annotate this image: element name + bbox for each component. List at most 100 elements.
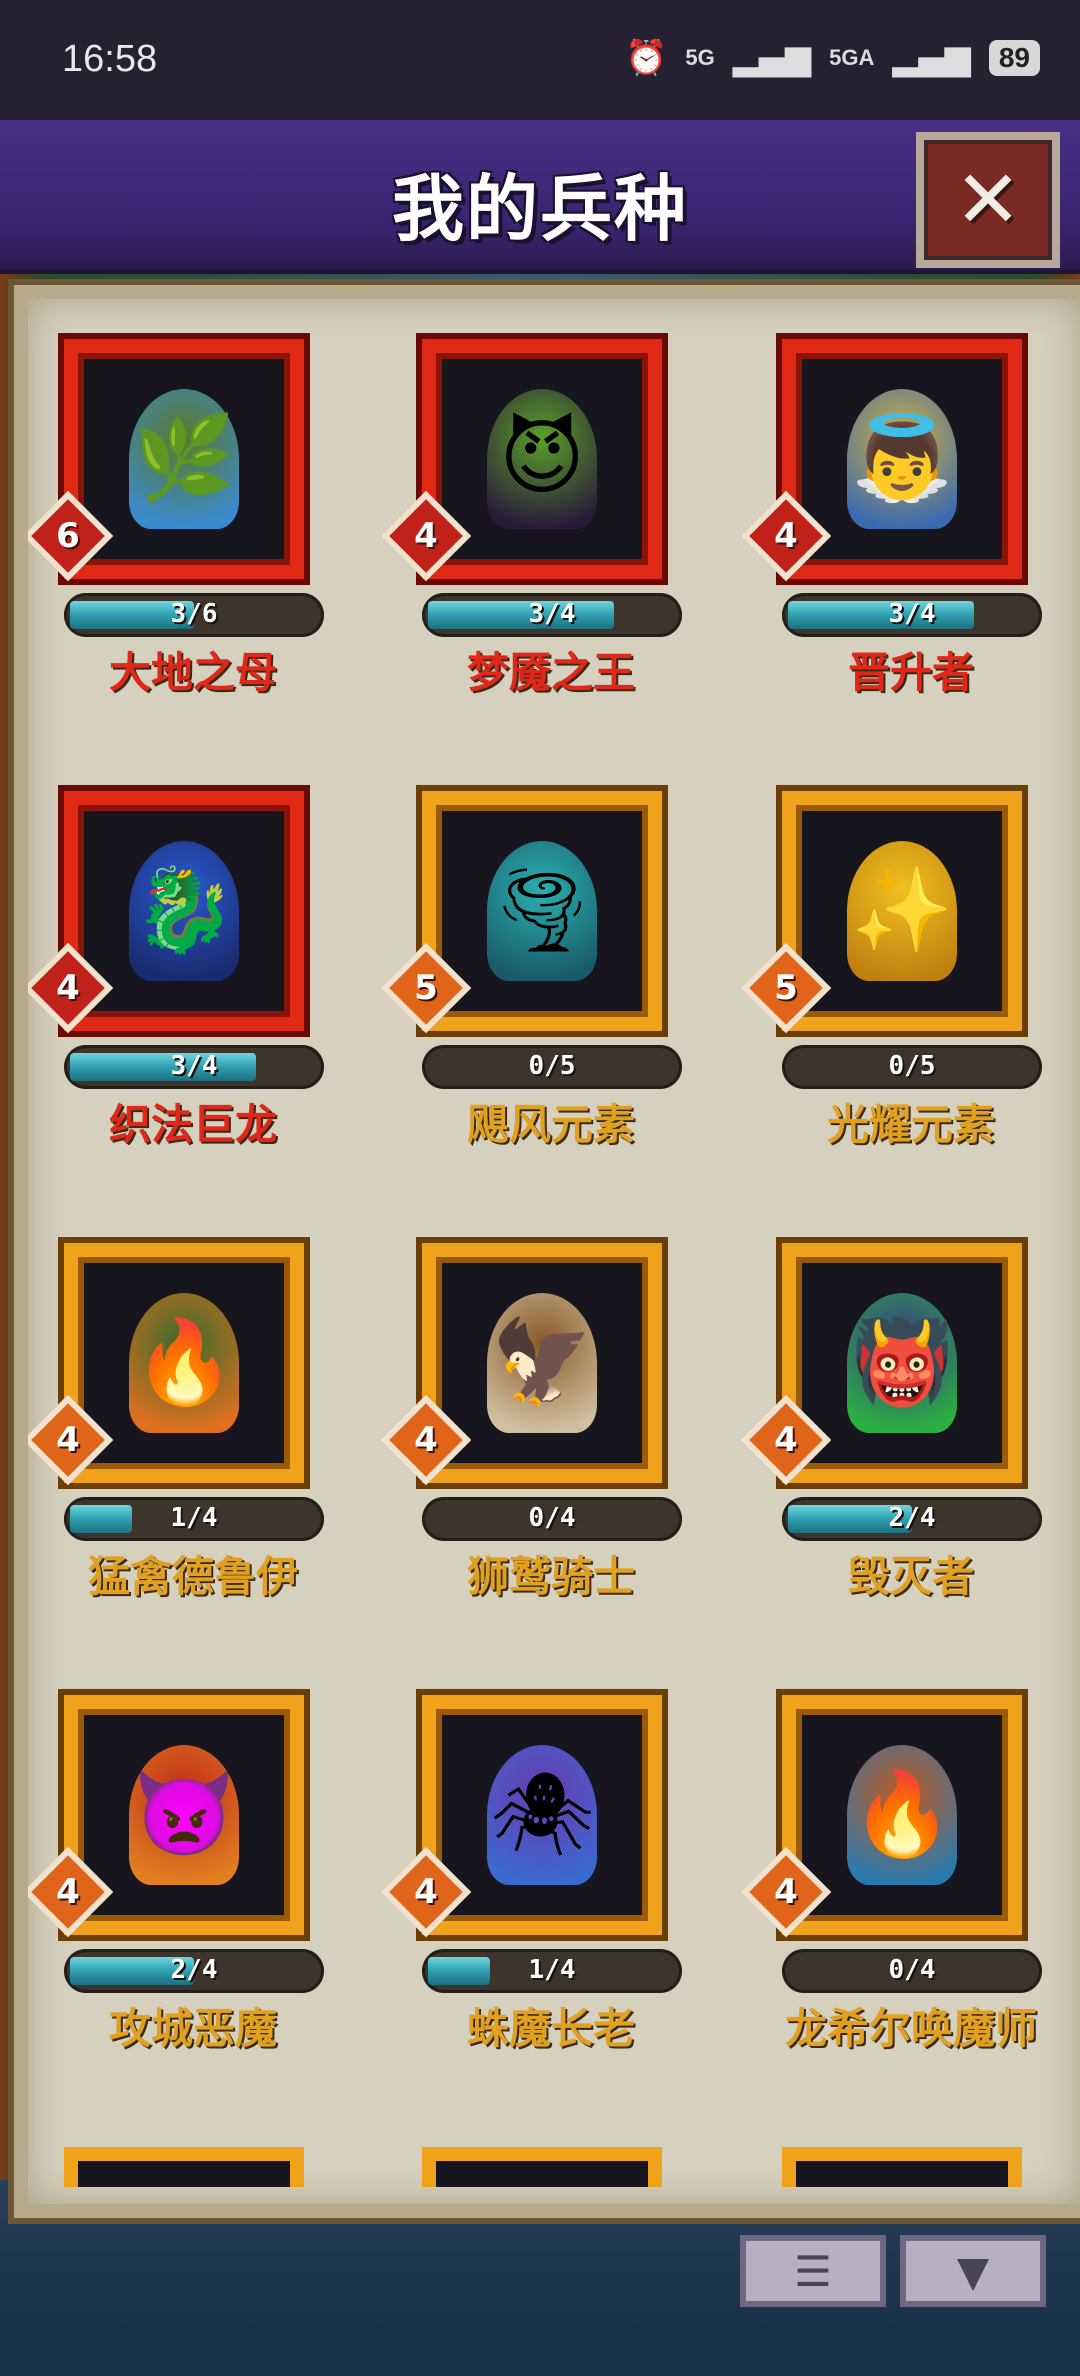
signal-5ga-label: 5GA [829,45,875,70]
signal-bars-icon-2: ▂▄▆ [892,38,971,78]
unit-card[interactable]: 😈 4 3/4 梦魇之王 [380,339,682,699]
alarm-icon: ⏰ [624,38,668,78]
title-bar: 我的兵种 ✕ [0,120,1080,274]
unit-name: 梦魇之王 [466,648,635,697]
unit-progress-bar: 0/5 [422,1045,682,1089]
status-time: 16:58 [62,38,158,80]
unit-portrait: 😈 [456,373,628,545]
unit-portrait: 🕷 [456,1729,628,1901]
unit-name: 飓风元素 [466,1100,635,1149]
level-badge-number: 4 [774,1872,798,1912]
unit-portrait: 🔥 [816,1729,988,1901]
status-bar: 16:58 ⏰ 5G ▂▄▆ 5GA ▂▄▆ 89 [0,0,1080,120]
unit-glyph-icon: 🦅 [490,1315,594,1410]
unit-name: 攻城恶魔 [108,2004,277,2053]
unit-name: 光耀元素 [826,1100,995,1149]
level-badge-number: 4 [56,1872,80,1912]
unit-progress-text: 0/5 [528,1051,576,1081]
unit-portrait: 👼 [816,373,988,545]
unit-progress-text: 3/4 [528,599,576,629]
filter-button[interactable]: ▼ [900,2235,1046,2307]
level-badge-number: 4 [56,968,80,1008]
unit-portrait: 🦅 [456,1277,628,1449]
list-icon: ☰ [794,2246,832,2296]
unit-name: 织法巨龙 [108,1100,277,1149]
unit-progress-text: 1/4 [170,1503,218,1533]
unit-name: 毁灭者 [847,1552,974,1601]
unit-glyph-icon: 🐉 [132,863,236,958]
status-icons: ⏰ 5G ▂▄▆ 5GA ▂▄▆ 89 [625,38,1040,78]
unit-glyph-icon: 👿 [132,1767,236,1862]
level-badge-number: 5 [414,968,438,1008]
unit-name: 蛛魔长老 [466,2004,635,2053]
unit-grid: 🌿 6 3/6 大地之母 😈 4 3/4 梦魇之王 👼 4 3/4 晋升者 🐉 4 3/4 织法巨龙 🌪 5 0/5… [28,299,1080,2204]
unit-progress-bar: 0/4 [422,1497,682,1541]
unit-glyph-icon: 👼 [850,411,954,506]
unit-progress-bar: 3/4 [64,1045,324,1089]
unit-progress-text: 0/4 [528,1503,576,1533]
level-badge-number: 4 [414,1872,438,1912]
filter-icon: ▼ [956,2246,990,2296]
unit-progress-text: 1/4 [528,1955,576,1985]
unit-card-partial[interactable] [782,2147,1022,2187]
unit-card[interactable]: 👼 4 3/4 晋升者 [740,339,1042,699]
unit-progress-bar: 1/4 [422,1949,682,1993]
level-badge-number: 5 [774,968,798,1008]
signal-5g-label: 5G [685,45,715,70]
unit-card[interactable]: ✨ 5 0/5 光耀元素 [740,791,1042,1151]
level-badge-number: 4 [774,1420,798,1460]
unit-card[interactable]: 🦅 4 0/4 狮鹫骑士 [380,1243,682,1603]
unit-progress-text: 3/4 [170,1051,218,1081]
unit-progress-bar: 0/5 [782,1045,1042,1089]
unit-name: 大地之母 [108,648,277,697]
level-badge-number: 4 [414,1420,438,1460]
unit-card[interactable]: 👹 4 2/4 毁灭者 [740,1243,1042,1603]
unit-progress-bar: 1/4 [64,1497,324,1541]
unit-progress-text: 3/6 [170,599,218,629]
unit-glyph-icon: 🔥 [850,1767,954,1862]
level-badge-number: 4 [774,516,798,556]
unit-progress-bar: 2/4 [64,1949,324,1993]
list-view-button[interactable]: ☰ [740,2235,886,2307]
unit-glyph-icon: 👹 [850,1315,954,1410]
unit-name: 猛禽德鲁伊 [87,1552,298,1601]
unit-name: 狮鹫骑士 [466,1552,635,1601]
unit-progress-text: 3/4 [888,599,936,629]
unit-glyph-icon: 🌪 [489,863,595,958]
unit-progress-text: 2/4 [170,1955,218,1985]
unit-card[interactable]: 👿 4 2/4 攻城恶魔 [28,1695,324,2055]
unit-card[interactable]: 🌿 6 3/6 大地之母 [28,339,324,699]
unit-glyph-icon: 🕷 [489,1767,595,1862]
unit-card[interactable]: 🌪 5 0/5 飓风元素 [380,791,682,1151]
unit-portrait: 🌿 [98,373,270,545]
close-icon: ✕ [954,153,1022,246]
signal-bars-icon: ▂▄▆ [732,38,812,78]
unit-progress-text: 0/5 [888,1051,936,1081]
unit-card[interactable]: 🔥 4 0/4 龙希尔唤魔师 [740,1695,1042,2055]
unit-progress-bar: 0/4 [782,1949,1042,1993]
unit-progress-bar: 3/4 [782,593,1042,637]
battery-indicator: 89 [988,40,1040,76]
level-badge-number: 4 [56,1420,80,1460]
unit-card[interactable]: 🐉 4 3/4 织法巨龙 [28,791,324,1151]
level-badge-number: 6 [56,516,80,556]
unit-progress-bar: 3/4 [422,593,682,637]
unit-portrait: 👿 [98,1729,270,1901]
unit-progress-text: 2/4 [888,1503,936,1533]
unit-progress-text: 0/4 [888,1955,936,1985]
unit-portrait: 🌪 [456,825,628,997]
unit-glyph-icon: 🌿 [132,411,236,506]
unit-progress-bar: 2/4 [782,1497,1042,1541]
unit-list-panel: 🌿 6 3/6 大地之母 😈 4 3/4 梦魇之王 👼 4 3/4 晋升者 🐉 4 3/4 织法巨龙 🌪 5 0/5… [14,285,1080,2218]
close-button[interactable]: ✕ [916,132,1060,268]
unit-card[interactable]: 🔥 4 1/4 猛禽德鲁伊 [28,1243,324,1603]
unit-card-partial[interactable] [422,2147,662,2187]
unit-glyph-icon: 🔥 [132,1315,236,1410]
unit-glyph-icon: ✨ [850,863,954,958]
unit-name: 龙希尔唤魔师 [784,2004,1037,2053]
unit-card[interactable]: 🕷 4 1/4 蛛魔长老 [380,1695,682,2055]
unit-portrait: 🐉 [98,825,270,997]
unit-progress-bar: 3/6 [64,593,324,637]
unit-glyph-icon: 😈 [499,411,585,506]
unit-card-partial[interactable] [64,2147,304,2187]
